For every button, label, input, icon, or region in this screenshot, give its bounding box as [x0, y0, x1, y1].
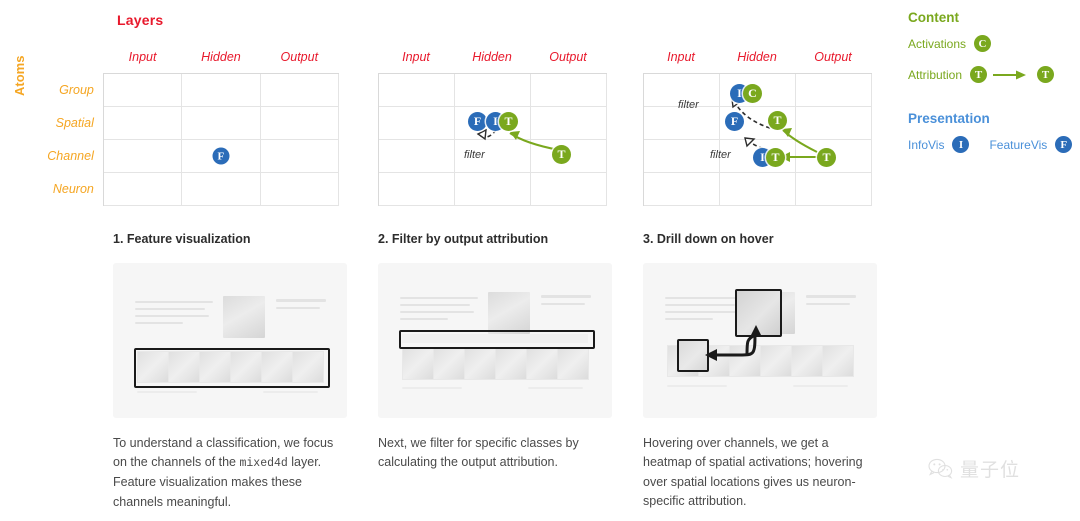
- panel-2-screenshot[interactable]: [378, 263, 612, 418]
- matrix-3-connectors: [731, 98, 818, 162]
- hover-drilldown-arrows: [705, 325, 762, 361]
- panel-drill-down-on-hover: 3. Drill down on hover Hovering over cha…: [643, 232, 877, 512]
- cell-channel-hidden: F: [181, 139, 261, 173]
- figure-canvas: Layers Atoms Input Hidden Output Group S…: [0, 0, 1080, 521]
- badge-featurevis[interactable]: F: [468, 112, 487, 131]
- legend-featurevis-label: FeatureVis: [989, 137, 1048, 152]
- filter-label-upper: filter: [678, 99, 699, 111]
- table-row: Neuron: [29, 172, 340, 206]
- panel-1-heading: 1. Feature visualization: [113, 232, 251, 246]
- watermark-text: 量子位: [960, 459, 1021, 481]
- grid-corner: [29, 40, 103, 74]
- cell-channel-input: [102, 139, 183, 173]
- badge-infovis-icon: I: [952, 136, 970, 153]
- cell-group-input: [102, 73, 183, 107]
- cell-spatial-output: [259, 106, 340, 140]
- badge-attribution-icon-source: T: [970, 66, 988, 83]
- panel-1-screenshot[interactable]: [113, 263, 347, 418]
- filter-label-lower: filter: [710, 149, 731, 161]
- badge-attribution-output[interactable]: T: [817, 148, 836, 167]
- legend: Content Activations C Attribution T T Pr…: [908, 10, 1076, 167]
- matrix-2-connectors: [476, 128, 560, 151]
- panel-3-caption: Hovering over channels, we get a heatmap…: [643, 436, 863, 509]
- filter-label: filter: [464, 149, 485, 161]
- panel-2-caption: Next, we filter for specific classes by …: [378, 436, 579, 470]
- row-header-channel: Channel: [29, 139, 104, 173]
- matrix-1: Layers Atoms Input Hidden Output Group S…: [0, 0, 345, 210]
- cell-neuron-hidden: [181, 172, 261, 206]
- legend-activations-label: Activations: [908, 36, 967, 51]
- panel-3-heading: 3. Drill down on hover: [643, 232, 774, 246]
- badge-attribution-output[interactable]: T: [552, 145, 571, 164]
- matrix-grid-1: Input Hidden Output Group Spatial Channe…: [29, 40, 340, 206]
- cell-group-output: [259, 73, 340, 107]
- highlight-box-filter-toolbar: [399, 330, 595, 349]
- badge-featurevis-channel[interactable]: F: [725, 112, 744, 131]
- layers-axis-title: Layers: [117, 12, 164, 28]
- col-header-input: Input: [103, 40, 182, 74]
- atoms-axis-title: Atoms: [12, 55, 27, 96]
- legend-presentation-title: Presentation: [908, 111, 990, 126]
- badge-attribution-hidden[interactable]: T: [499, 112, 518, 131]
- legend-attribution-label: Attribution: [908, 67, 963, 82]
- badge-activations-spatial[interactable]: C: [743, 84, 762, 103]
- panel-feature-visualization: 1. Feature visualization To understand a…: [113, 232, 347, 512]
- row-header-spatial: Spatial: [29, 106, 104, 140]
- table-row: Channel F: [29, 139, 340, 173]
- panel-2-heading: 2. Filter by output attribution: [378, 232, 549, 246]
- panel-filter-by-output-attribution: 2. Filter by output attribution Next, we…: [378, 232, 612, 473]
- panel-3-screenshot[interactable]: [643, 263, 877, 418]
- legend-item-activations: Activations C: [908, 35, 1076, 52]
- legend-infovis-label: InfoVis: [908, 137, 945, 152]
- panel-1-caption-code: mixed4d: [239, 457, 288, 471]
- badge-activations-icon: C: [974, 35, 992, 52]
- row-header-group: Group: [29, 73, 104, 107]
- legend-presentation-items: InfoVis I FeatureVis F: [908, 136, 1076, 153]
- legend-item-attribution: Attribution T T: [908, 66, 1076, 83]
- wechat-icon: [928, 458, 953, 479]
- col-header-output: Output: [260, 40, 339, 74]
- filter-arrow-head: [476, 128, 487, 141]
- arrow-head-up: [750, 325, 762, 337]
- matrix-3: Input Hidden Output I C F T I T T filter…: [627, 0, 872, 210]
- cell-neuron-input: [102, 172, 183, 206]
- arrow-head-left: [705, 349, 717, 361]
- badge-attribution-icon-target: T: [1037, 66, 1055, 83]
- filter-arrow-head-lower: [744, 137, 756, 148]
- highlight-box-channels: [134, 348, 330, 388]
- badge-attribution-channel[interactable]: T: [768, 111, 787, 130]
- table-row: Spatial: [29, 106, 340, 140]
- badge-featurevis[interactable]: F: [212, 147, 230, 165]
- col-header-hidden: Hidden: [181, 40, 261, 74]
- arrow-right-icon: [993, 70, 1027, 79]
- table-row: Group: [29, 73, 340, 107]
- matrix-2: Input Hidden Output F I T T filter: [362, 0, 607, 210]
- badge-featurevis-icon: F: [1055, 136, 1073, 153]
- cell-neuron-output: [259, 172, 340, 206]
- mock-article: [113, 263, 347, 418]
- legend-content-title: Content: [908, 10, 959, 25]
- cell-group-hidden: [181, 73, 261, 107]
- row-header-neuron: Neuron: [29, 172, 104, 206]
- badge-attribution-neuron[interactable]: T: [766, 148, 785, 167]
- cell-spatial-input: [102, 106, 183, 140]
- cell-channel-output: [259, 139, 340, 173]
- cell-spatial-hidden: [181, 106, 261, 140]
- watermark: 量子位: [928, 455, 1020, 482]
- panel-1-caption: To understand a classification, we focus…: [113, 434, 347, 512]
